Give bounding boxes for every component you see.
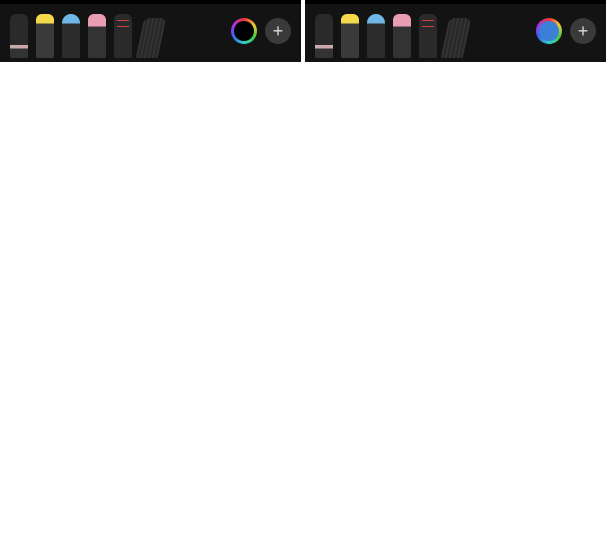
eraser-tool[interactable] <box>393 14 411 58</box>
pencil-tool[interactable] <box>10 14 28 58</box>
ruler-tool[interactable] <box>136 18 167 58</box>
color-picker-button[interactable] <box>536 18 562 44</box>
add-object-button[interactable]: + <box>265 18 291 44</box>
markup-toolbar: + <box>305 4 606 62</box>
lasso-tool[interactable] <box>114 14 132 58</box>
highlighter-yellow-tool[interactable] <box>341 14 359 58</box>
marker-blue-tool[interactable] <box>62 14 80 58</box>
marker-blue-tool[interactable] <box>367 14 385 58</box>
add-object-button[interactable]: + <box>570 18 596 44</box>
ruler-tool[interactable] <box>441 18 472 58</box>
lasso-tool[interactable] <box>419 14 437 58</box>
highlighter-yellow-tool[interactable] <box>36 14 54 58</box>
color-picker-button[interactable] <box>231 18 257 44</box>
pencil-tool[interactable] <box>315 14 333 58</box>
markup-toolbar: + <box>0 4 301 62</box>
eraser-tool[interactable] <box>88 14 106 58</box>
